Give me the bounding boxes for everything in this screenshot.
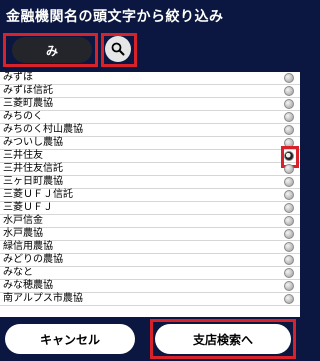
radio-button[interactable] [284, 73, 294, 83]
list-item[interactable]: みちのく村山農協 [0, 124, 300, 137]
list-item-label: みちのく [3, 111, 43, 122]
list-item[interactable]: みずほ信託 [0, 85, 300, 98]
list-item[interactable]: 水戸農協 [0, 228, 300, 241]
list-item-label: 三菱ＵＦＪ信託 [3, 189, 73, 200]
list-item-label: みずほ信託 [3, 85, 53, 96]
list-item-label: みついし農協 [3, 137, 63, 148]
list-item-label: みちのく村山農協 [3, 124, 83, 135]
list-item[interactable]: みちのく [0, 111, 300, 124]
list-item[interactable]: 緑信用農協 [0, 241, 300, 254]
list-item-label: 三井住友信託 [3, 163, 63, 174]
radio-button[interactable] [284, 177, 294, 187]
list-item[interactable]: 三井住友信託 [0, 163, 300, 176]
list-item[interactable]: みどりの農協 [0, 254, 300, 267]
radio-button[interactable] [284, 268, 294, 278]
list-item-label: 緑信用農協 [3, 241, 53, 252]
list-item[interactable]: 三井住友 [0, 146, 300, 168]
search-icon [111, 42, 125, 56]
list-item-label: 三菱ＵＦＪ [3, 202, 53, 213]
radio-button[interactable] [284, 112, 294, 122]
cancel-button[interactable]: キャンセル [5, 324, 135, 354]
list-item-label: 水戸農協 [3, 228, 43, 239]
radio-button[interactable] [284, 164, 294, 174]
list-item[interactable]: 三菱ＵＦＪ信託 [0, 189, 300, 202]
footer: キャンセル 支店検索へ [0, 317, 300, 361]
radio-button[interactable] [284, 229, 294, 239]
radio-button[interactable] [284, 190, 294, 200]
list-item-label: 南アルプス市農協 [3, 293, 83, 304]
list-item-label: みな穂農協 [3, 280, 53, 291]
search-button[interactable] [105, 36, 131, 62]
list-item[interactable]: みついし農協 [0, 137, 300, 150]
list-item-label: 水戸信金 [3, 215, 43, 226]
radio-button[interactable] [284, 125, 294, 135]
list-item[interactable]: みな穂農協 [0, 280, 300, 293]
kana-filter-row: み [0, 33, 300, 68]
list-item[interactable]: 三菱町農協 [0, 98, 300, 111]
list-item-label: みなと [3, 267, 33, 278]
list-item[interactable]: みなと [0, 267, 300, 280]
radio-button[interactable] [284, 203, 294, 213]
list-item[interactable]: 南アルプス市農協 [0, 293, 300, 306]
kana-initial-selector[interactable]: み [12, 37, 92, 63]
list-item[interactable]: 三菱ＵＦＪ [0, 202, 300, 215]
list-item-label: 三井住友 [3, 150, 43, 161]
radio-button[interactable] [284, 86, 294, 96]
list-item[interactable]: みずほ [0, 72, 300, 85]
list-item-label: みどりの農協 [3, 254, 63, 265]
page-title: 金融機関名の頭文字から絞り込み [6, 9, 224, 25]
list-item-label: みずほ [3, 72, 33, 83]
kana-initial-value: み [45, 43, 58, 58]
radio-button[interactable] [284, 281, 294, 291]
list-item-label: 三菱町農協 [3, 98, 53, 109]
bank-list[interactable]: みずほみずほ信託三菱町農協みちのくみちのく村山農協 みついし農協 三井住友三井住友信… [0, 72, 300, 317]
branch-search-button-label: 支店検索へ [192, 332, 253, 347]
list-item-label: 三ヶ日町農協 [3, 176, 63, 187]
radio-button[interactable] [284, 242, 294, 252]
radio-button[interactable] [284, 216, 294, 226]
branch-search-button[interactable]: 支店検索へ [155, 324, 291, 354]
radio-button[interactable] [284, 294, 294, 304]
list-item[interactable]: 水戸信金 [0, 215, 300, 228]
list-item[interactable]: 三ヶ日町農協 [0, 176, 300, 189]
radio-button[interactable] [284, 151, 294, 161]
radio-button[interactable] [284, 255, 294, 265]
cancel-button-label: キャンセル [39, 332, 100, 347]
radio-button[interactable] [284, 99, 294, 109]
